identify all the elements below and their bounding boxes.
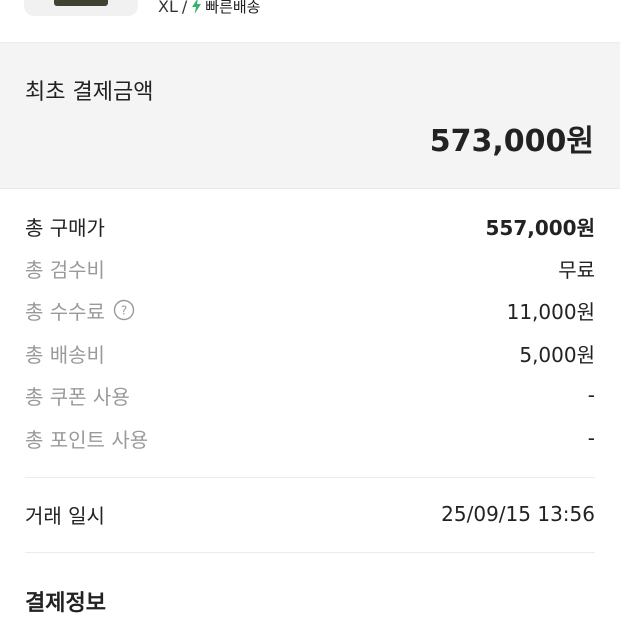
bolt-icon [192, 0, 202, 14]
help-icon[interactable]: ? [113, 299, 135, 321]
points-value: - [587, 426, 595, 450]
svg-text:?: ? [121, 304, 127, 318]
product-size: XL [158, 0, 178, 16]
points-row: 총 포인트 사용 - [25, 423, 595, 453]
coupon-label: 총 쿠폰 사용 [25, 384, 130, 409]
transaction-date-row: 거래 일시 25/09/15 13:56 [25, 499, 595, 529]
commission-label-group: 총 수수료 ? [25, 296, 135, 325]
initial-payment-amount: 573,000원 [429, 124, 594, 159]
inspection-fee-row: 총 검수비 무료 [25, 253, 595, 283]
total-purchase-value: 557,000원 [485, 215, 596, 240]
transaction-date-value: 25/09/15 13:56 [441, 502, 595, 526]
initial-payment-label: 최초 결제금액 [25, 80, 154, 105]
payment-info-title: 결제정보 [25, 591, 106, 616]
inspection-fee-value: 무료 [558, 257, 595, 282]
product-meta: XL / 빠른배송 [158, 0, 260, 18]
section-divider [25, 477, 595, 478]
total-purchase-label: 총 구매가 [25, 215, 105, 240]
product-image [54, 0, 108, 6]
commission-value: 11,000원 [506, 299, 595, 324]
coupon-value: - [587, 383, 595, 407]
transaction-date-label: 거래 일시 [25, 503, 105, 528]
commission-row: 총 수수료 ? 11,000원 [25, 295, 595, 325]
inspection-fee-label: 총 검수비 [25, 257, 105, 282]
points-label: 총 포인트 사용 [25, 427, 149, 452]
product-summary: XL / 빠른배송 [0, 0, 620, 43]
meta-separator: / [181, 0, 188, 16]
coupon-row: 총 쿠폰 사용 - [25, 380, 595, 410]
shipping-fee-row: 총 배송비 5,000원 [25, 338, 595, 368]
product-thumbnail[interactable] [24, 0, 138, 16]
section-divider [25, 552, 595, 553]
commission-label: 총 수수료 [25, 299, 105, 324]
shipping-fee-value: 5,000원 [519, 342, 595, 367]
fast-delivery-label: 빠른배송 [205, 0, 261, 16]
total-purchase-row: 총 구매가 557,000원 [25, 211, 595, 241]
shipping-fee-label: 총 배송비 [25, 342, 105, 367]
